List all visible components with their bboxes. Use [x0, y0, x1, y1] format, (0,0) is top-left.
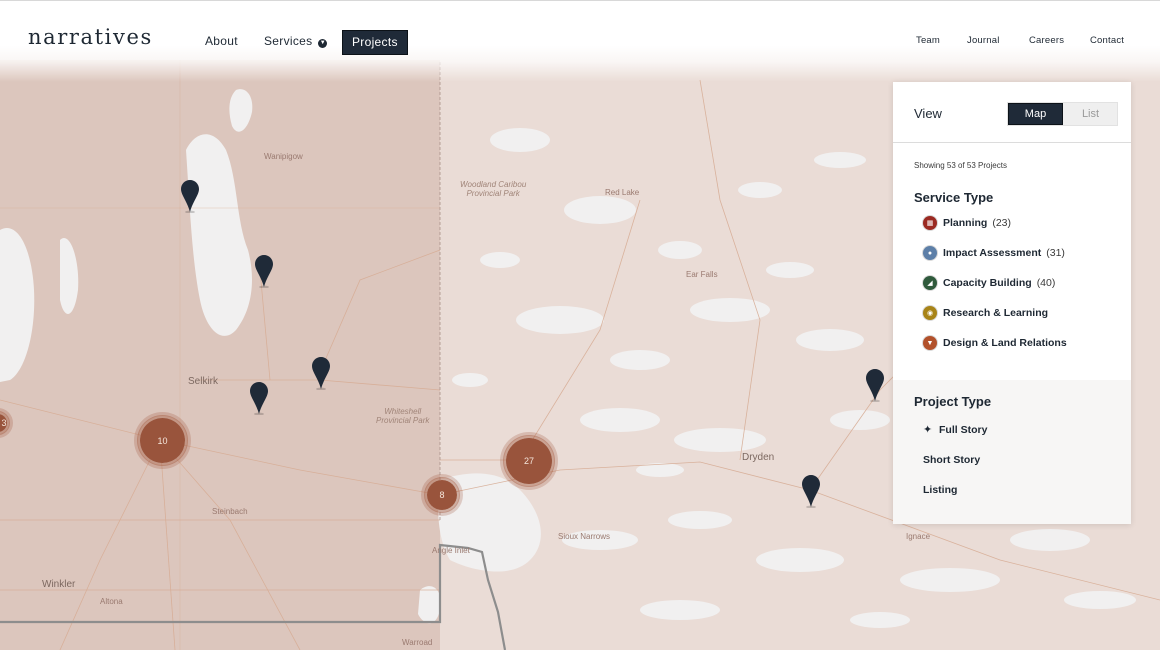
nav-label: Services — [264, 34, 313, 48]
place-label: Woodland Caribou Provincial Park — [460, 180, 527, 199]
place-label: Steinbach — [212, 507, 248, 516]
place-label: Sioux Narrows — [558, 532, 611, 541]
view-toggle: Map List — [1007, 102, 1118, 126]
filter-label: Planning — [943, 217, 988, 229]
growth-icon: ◢ — [923, 276, 937, 290]
filter-full-story[interactable]: ✦ Full Story — [923, 424, 987, 436]
nav-services-link[interactable]: Services ▼ — [264, 34, 328, 48]
chat-icon: ● — [923, 246, 937, 260]
list-view-button[interactable]: List — [1063, 103, 1118, 125]
nav-careers-link[interactable]: Careers — [1029, 35, 1064, 46]
place-label: Red Lake — [605, 188, 640, 197]
building-icon: ▦ — [923, 216, 937, 230]
view-switcher: View Map List — [893, 82, 1131, 143]
filter-research-learning[interactable]: ◉ Research & Learning — [923, 305, 1048, 321]
map-pin-icon[interactable] — [311, 356, 331, 390]
filter-label: Research & Learning — [943, 307, 1049, 319]
nav-label: About — [205, 34, 238, 48]
filter-count: (31) — [1046, 247, 1065, 259]
filter-count: (23) — [992, 217, 1012, 229]
site-logo[interactable]: narratives — [28, 25, 153, 49]
place-label: Winkler — [42, 579, 76, 590]
service-type-heading: Service Type — [914, 190, 994, 205]
filter-label: Design & Land Relations — [943, 337, 1067, 349]
filter-label: Short Story — [923, 454, 981, 466]
diamond-icon: ✦ — [923, 424, 933, 436]
filter-label: Listing — [923, 484, 958, 496]
place-label: Wanipigow — [264, 152, 303, 161]
map-pin-icon[interactable] — [254, 254, 274, 288]
map-pin-icon[interactable] — [249, 381, 269, 415]
place-label: Angle Inlet — [432, 546, 470, 555]
filter-label: Impact Assessment — [943, 247, 1042, 259]
map-pin-icon[interactable] — [801, 474, 821, 508]
place-label: Selkirk — [188, 376, 219, 387]
filter-panel: View Map List Showing 53 of 53 Projects … — [893, 82, 1131, 524]
results-count: Showing 53 of 53 Projects — [914, 161, 1007, 170]
chevron-down-icon: ▼ — [318, 39, 328, 48]
nav-label: Projects — [352, 35, 398, 49]
place-label: Dryden — [742, 452, 775, 463]
place-label: Ear Falls — [686, 270, 718, 279]
project-cluster[interactable]: 27 — [503, 435, 555, 487]
filter-label: Full Story — [939, 424, 988, 436]
nav-team-link[interactable]: Team — [916, 35, 940, 46]
eye-icon: ◉ — [923, 306, 937, 320]
place-label: Warroad — [402, 638, 433, 647]
nav-projects-link[interactable]: Projects — [342, 30, 408, 55]
project-cluster[interactable]: 10 — [137, 415, 188, 466]
place-label: Ignace — [906, 532, 931, 541]
nav-contact-link[interactable]: Contact — [1090, 35, 1124, 46]
nav-about-link[interactable]: About — [205, 34, 238, 48]
map-view-button[interactable]: Map — [1008, 103, 1063, 125]
map-pin-icon[interactable] — [180, 179, 200, 213]
place-label: Altona — [100, 597, 123, 606]
place-label: Whiteshell Provincial Park — [376, 407, 430, 426]
project-type-section: Project Type ✦ Full Story Short Story Li… — [893, 380, 1131, 524]
filter-short-story[interactable]: Short Story — [923, 454, 980, 466]
filter-capacity-building[interactable]: ◢ Capacity Building (40) — [923, 275, 1055, 291]
project-cluster[interactable]: 8 — [424, 477, 460, 513]
filter-label: Capacity Building — [943, 277, 1032, 289]
nav-journal-link[interactable]: Journal — [967, 35, 1000, 46]
filter-count: (40) — [1036, 277, 1056, 289]
shield-icon: ▼ — [923, 336, 937, 350]
filter-planning[interactable]: ▦ Planning (23) — [923, 215, 1011, 231]
filter-impact-assessment[interactable]: ● Impact Assessment (31) — [923, 245, 1065, 261]
filter-design-land-relations[interactable]: ▼ Design & Land Relations — [923, 335, 1067, 351]
site-header: narratives About Services ▼ Projects Team… — [0, 0, 1160, 82]
filter-listing[interactable]: Listing — [923, 484, 957, 496]
view-label: View — [914, 106, 942, 121]
map-pin-icon[interactable] — [865, 368, 885, 402]
project-type-heading: Project Type — [914, 394, 992, 409]
